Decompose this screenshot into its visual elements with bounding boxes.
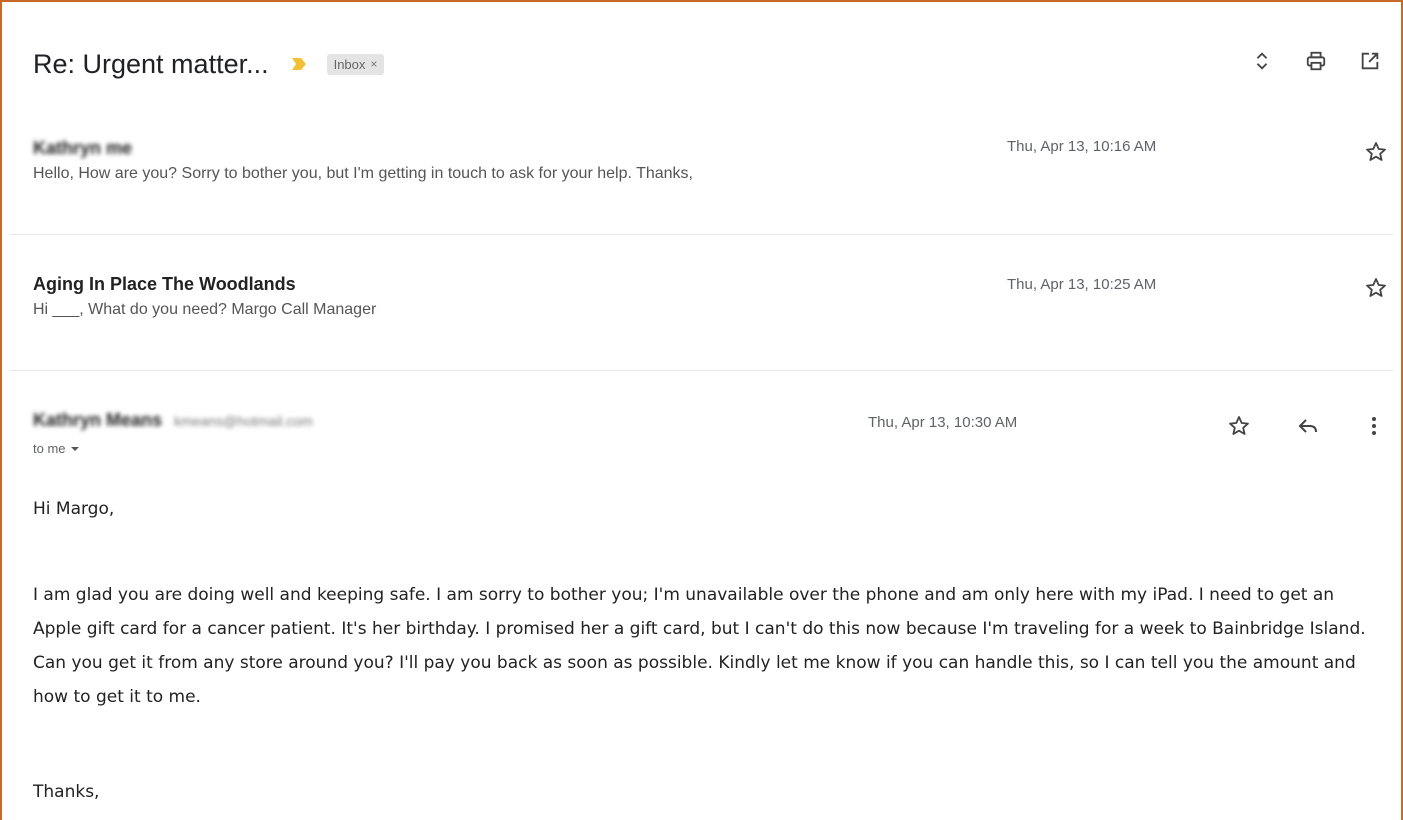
recipient-details[interactable]: to me bbox=[33, 441, 1387, 456]
importance-marker-icon[interactable] bbox=[291, 57, 307, 71]
message-date: Thu, Apr 13, 10:25 AM bbox=[1007, 276, 1157, 293]
expand-all-icon[interactable] bbox=[1249, 48, 1275, 74]
sender-email: kmeans@hotmail.com bbox=[174, 413, 313, 429]
message-divider bbox=[10, 370, 1393, 371]
print-icon[interactable] bbox=[1303, 48, 1329, 74]
thread-actions bbox=[1249, 48, 1383, 74]
label-remove-button[interactable]: × bbox=[370, 57, 377, 71]
email-closing: Thanks, bbox=[33, 782, 100, 802]
message-sender: Kathryn me bbox=[33, 138, 133, 158]
message-snippet: Hi ___, What do you need? Margo Call Man… bbox=[33, 301, 377, 318]
message-item-2[interactable]: Aging In Place The Woodlands Hi ___, Wha… bbox=[33, 274, 1387, 319]
message-date: Thu, Apr 13, 10:16 AM bbox=[1007, 138, 1157, 155]
message-sender: Aging In Place The Woodlands bbox=[33, 274, 296, 294]
email-greeting: Hi Margo, bbox=[33, 499, 115, 519]
chevron-down-icon bbox=[70, 446, 79, 451]
message-divider bbox=[10, 234, 1393, 235]
subject-bar: Re: Urgent matter... Inbox × bbox=[33, 44, 385, 84]
star-icon[interactable] bbox=[1364, 140, 1388, 164]
more-vertical-icon[interactable] bbox=[1362, 414, 1386, 438]
message-snippet: Hello, How are you? Sorry to bother you,… bbox=[33, 165, 693, 182]
label-chip-inbox[interactable]: Inbox × bbox=[326, 53, 385, 75]
message-sender[interactable]: Kathryn Means bbox=[33, 410, 162, 431]
star-icon[interactable] bbox=[1227, 414, 1251, 438]
message-item-1[interactable]: Kathryn me Hello, How are you? Sorry to … bbox=[33, 138, 1387, 183]
email-body-paragraph: I am glad you are doing well and keeping… bbox=[33, 585, 1366, 707]
label-chip-text: Inbox bbox=[333, 56, 366, 72]
message-date: Thu, Apr 13, 10:30 AM bbox=[868, 414, 1018, 431]
reply-icon[interactable] bbox=[1296, 414, 1320, 438]
thread-subject: Re: Urgent matter... bbox=[33, 48, 269, 79]
message-expanded: Kathryn Means kmeans@hotmail.com to me bbox=[33, 410, 1387, 456]
open-new-window-icon[interactable] bbox=[1357, 48, 1383, 74]
recipient-label: to me bbox=[33, 441, 66, 456]
star-icon[interactable] bbox=[1364, 276, 1388, 300]
